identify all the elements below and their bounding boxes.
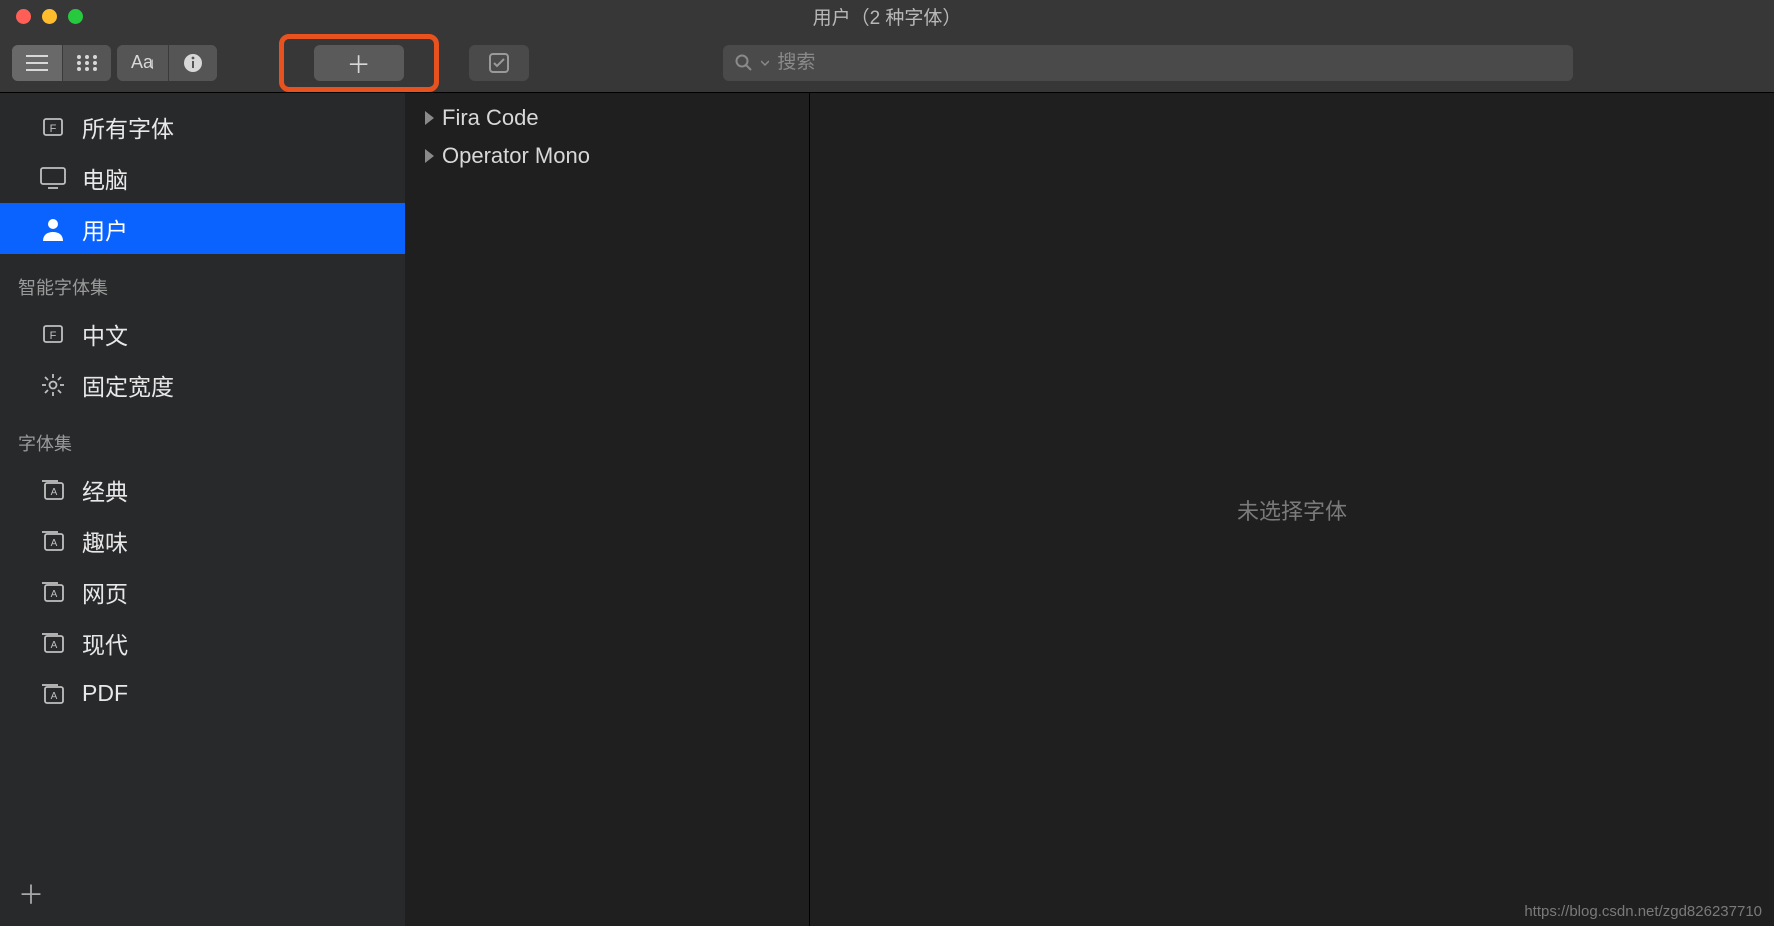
list-icon — [26, 55, 48, 71]
font-name: Operator Mono — [442, 143, 590, 169]
sidebar-item-fun[interactable]: A 趣味 — [0, 515, 405, 566]
sidebar-item-label: 趣味 — [82, 524, 128, 558]
svg-text:A: A — [51, 487, 58, 498]
disclosure-triangle-icon[interactable] — [425, 111, 434, 125]
info-icon — [183, 53, 203, 73]
checkmark-box-icon — [488, 52, 510, 74]
preview-empty-text: 未选择字体 — [1237, 494, 1347, 526]
close-window-button[interactable] — [16, 9, 31, 24]
toolbar: Aa| ＋ — [0, 33, 1774, 93]
svg-text:A: A — [51, 691, 58, 702]
svg-text:A: A — [51, 538, 58, 549]
sidebar-item-fixed-width[interactable]: 固定宽度 — [0, 359, 405, 410]
watermark-text: https://blog.csdn.net/zgd826237710 — [1524, 903, 1762, 920]
display-icon — [40, 165, 66, 191]
font-list: Fira Code Operator Mono — [405, 93, 810, 926]
grid-view-button[interactable] — [63, 45, 111, 81]
sample-text-button[interactable]: Aa| — [117, 45, 169, 81]
sidebar-item-label: 固定宽度 — [82, 368, 174, 402]
collection-icon: A — [40, 528, 66, 554]
collection-icon: A — [40, 477, 66, 503]
sidebar-item-computer[interactable]: 电脑 — [0, 152, 405, 203]
sidebar-item-all-fonts[interactable]: F 所有字体 — [0, 101, 405, 152]
window-controls — [0, 9, 83, 24]
gear-icon — [40, 372, 66, 398]
svg-text:A: A — [51, 640, 58, 651]
font-library-icon: F — [40, 114, 66, 140]
collection-icon: A — [40, 579, 66, 605]
add-font-button[interactable]: ＋ — [314, 45, 404, 81]
font-name: Fira Code — [442, 105, 539, 131]
main-content: F 所有字体电脑用户智能字体集 F 中文固定宽度字体集 A 经典 A 趣味 A 网页 A 现代 A PDF… — [0, 93, 1774, 926]
validate-font-button[interactable] — [469, 45, 529, 81]
svg-text:F: F — [50, 123, 57, 135]
plus-icon: ＋ — [347, 45, 371, 80]
sidebar-item-label: 用户 — [82, 212, 128, 246]
chevron-down-icon — [761, 59, 769, 67]
plus-icon: ＋ — [18, 880, 44, 910]
font-list-item[interactable]: Operator Mono — [405, 137, 809, 175]
svg-text:A: A — [51, 589, 58, 600]
sidebar-item-chinese[interactable]: F 中文 — [0, 308, 405, 359]
font-library-icon: F — [40, 321, 66, 347]
sidebar-item-web[interactable]: A 网页 — [0, 566, 405, 617]
sidebar-item-label: 中文 — [82, 317, 128, 351]
sidebar-item-label: 所有字体 — [82, 110, 174, 144]
search-icon — [735, 54, 753, 72]
sidebar-item-label: 电脑 — [82, 161, 128, 195]
cursor-icon: | — [151, 59, 154, 70]
user-icon — [40, 216, 66, 242]
font-list-item[interactable]: Fira Code — [405, 99, 809, 137]
add-collection-button[interactable]: ＋ — [18, 875, 44, 912]
search-input[interactable] — [777, 52, 1561, 74]
inspect-group: Aa| — [117, 45, 217, 81]
preview-pane: 未选择字体 https://blog.csdn.net/zgd826237710 — [810, 93, 1774, 926]
grid-icon — [77, 55, 97, 71]
sidebar-item-pdf[interactable]: A PDF — [0, 668, 405, 719]
zoom-window-button[interactable] — [68, 9, 83, 24]
add-button-highlight: ＋ — [279, 34, 439, 92]
sidebar-item-label: PDF — [82, 680, 128, 707]
sidebar-heading: 智能字体集 — [0, 254, 405, 308]
sidebar-item-label: 现代 — [82, 626, 128, 660]
minimize-window-button[interactable] — [42, 9, 57, 24]
list-view-button[interactable] — [12, 45, 63, 81]
svg-text:F: F — [50, 330, 57, 342]
view-mode-group — [12, 45, 111, 81]
window-title: 用户（2 种字体） — [813, 3, 962, 30]
text-sample-icon: Aa — [131, 52, 153, 73]
collection-icon: A — [40, 681, 66, 707]
sidebar-heading: 字体集 — [0, 410, 405, 464]
sidebar-item-modern[interactable]: A 现代 — [0, 617, 405, 668]
titlebar: 用户（2 种字体） — [0, 0, 1774, 33]
sidebar: F 所有字体电脑用户智能字体集 F 中文固定宽度字体集 A 经典 A 趣味 A 网页 A 现代 A PDF… — [0, 93, 405, 926]
sidebar-item-user[interactable]: 用户 — [0, 203, 405, 254]
sidebar-item-label: 经典 — [82, 473, 128, 507]
info-button[interactable] — [169, 45, 217, 81]
collection-icon: A — [40, 630, 66, 656]
disclosure-triangle-icon[interactable] — [425, 149, 434, 163]
search-field[interactable] — [723, 45, 1573, 81]
sidebar-item-classic[interactable]: A 经典 — [0, 464, 405, 515]
sidebar-item-label: 网页 — [82, 575, 128, 609]
